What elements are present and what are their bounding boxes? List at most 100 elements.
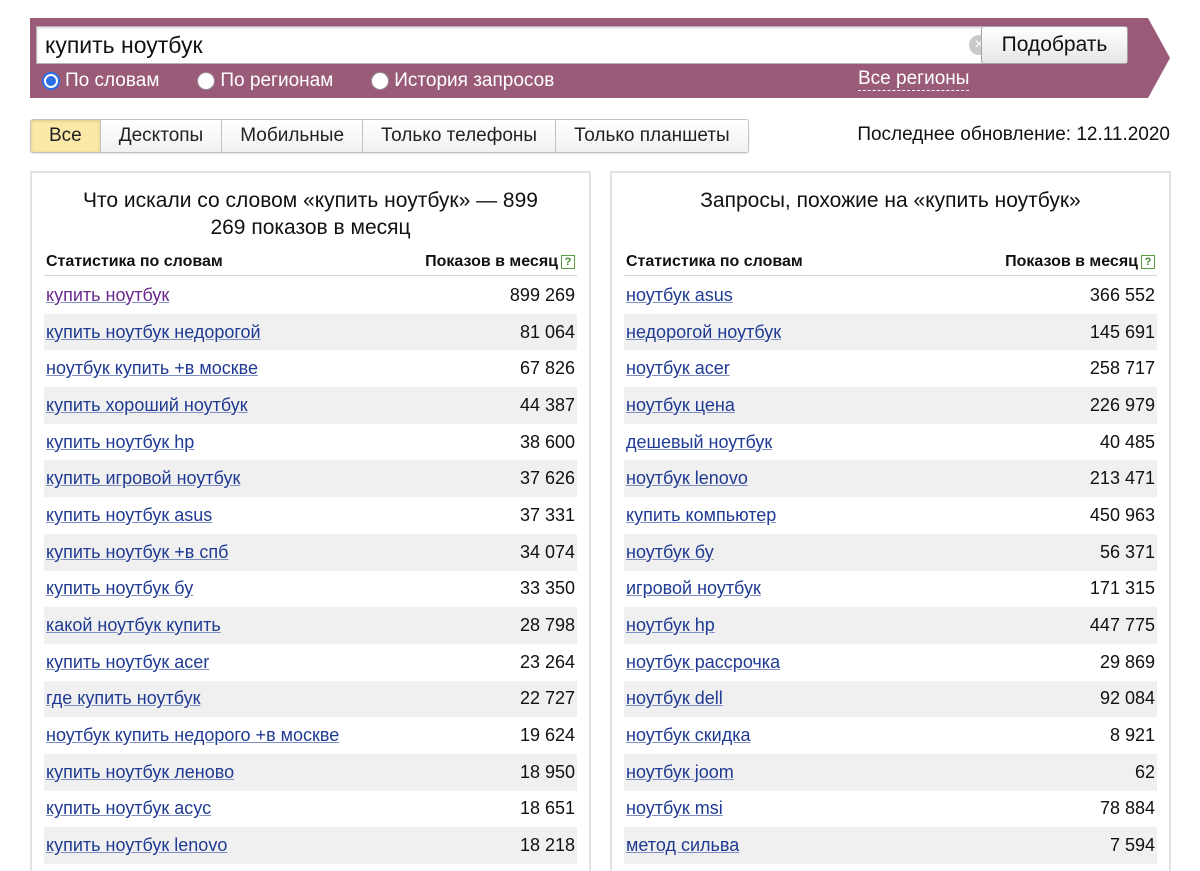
keyword-link[interactable]: купить ноутбук <box>46 285 169 306</box>
keyword-link[interactable]: какой ноутбук купить <box>46 615 221 636</box>
keyword-link[interactable]: дешевый ноутбук <box>626 432 772 453</box>
impressions-count: 56 371 <box>1099 541 1155 562</box>
impressions-count: 19 624 <box>519 725 575 746</box>
keyword-link[interactable]: купить ноутбук недорогой <box>46 322 261 343</box>
table-row: дешевый ноутбук 40 485 <box>624 424 1157 461</box>
search-field-wrap: × <box>36 26 1000 64</box>
mode-query-history[interactable]: История запросов <box>371 70 554 92</box>
column-count-label: Показов в месяц <box>1005 253 1138 270</box>
tab-tablets-only[interactable]: Только планшеты <box>555 120 748 152</box>
keyword-link[interactable]: ноутбук скидка <box>626 725 751 746</box>
table-row: ноутбук hp 447 775 <box>624 607 1157 644</box>
keyword-link[interactable]: ноутбук acer <box>626 358 730 379</box>
impressions-count: 18 651 <box>519 798 575 819</box>
keyword-link[interactable]: купить ноутбук бу <box>46 578 193 599</box>
keyword-link[interactable]: ноутбук hp <box>626 615 715 636</box>
table-row: ноутбук dell 92 084 <box>624 680 1157 718</box>
keyword-link[interactable]: купить ноутбук асус <box>46 798 211 819</box>
table-row: купить хороший ноутбук 44 387 <box>44 387 577 424</box>
keyword-link[interactable]: купить ноутбук hp <box>46 432 194 453</box>
help-icon[interactable]: ? <box>561 255 575 269</box>
column-count-header: Показов в месяц ? <box>1005 253 1155 271</box>
table-row: купить ноутбук асус 18 651 <box>44 791 577 828</box>
keyword-link[interactable]: купить хороший ноутбук <box>46 395 248 416</box>
keyword-link[interactable]: ноутбук lenovo <box>626 468 748 489</box>
impressions-count: 171 315 <box>1089 578 1155 599</box>
tab-phones-only[interactable]: Только телефоны <box>362 120 556 152</box>
column-keyword-header: Статистика по словам <box>626 253 803 270</box>
impressions-count: 37 331 <box>519 504 575 525</box>
mode-by-words[interactable]: По словам <box>42 70 159 92</box>
radio-icon[interactable] <box>371 72 390 90</box>
mode-by-regions[interactable]: По регионам <box>197 70 333 92</box>
impressions-count: 28 798 <box>519 615 575 636</box>
table-row: ноутбук купить +в москве 67 826 <box>44 350 577 387</box>
tab-all[interactable]: Все <box>31 120 100 152</box>
table-row: где купить ноутбук 22 727 <box>44 680 577 718</box>
keyword-link[interactable]: ноутбук купить недорого +в москве <box>46 725 339 746</box>
table-row: купить ноутбук +в спб 34 074 <box>44 533 577 571</box>
impressions-count: 34 074 <box>519 541 575 562</box>
keyword-link[interactable]: игровой ноутбук <box>626 578 761 599</box>
impressions-count: 22 727 <box>519 688 575 709</box>
column-count-label: Показов в месяц <box>425 253 558 270</box>
table-row: купить ноутбук 899 269 <box>44 277 577 314</box>
keyword-link[interactable]: ноутбук msi <box>626 798 723 819</box>
keyword-link[interactable]: ноутбук рассрочка <box>626 652 780 673</box>
keyword-link[interactable]: купить ноутбук acer <box>46 652 209 673</box>
keyword-link[interactable]: купить компьютер <box>626 505 776 526</box>
keyword-link[interactable]: ноутбук бу <box>626 542 714 563</box>
impressions-count: 258 717 <box>1089 358 1155 379</box>
keyword-link[interactable]: ноутбук asus <box>626 285 733 306</box>
impressions-count: 78 884 <box>1099 798 1155 819</box>
mode-label: По регионам <box>220 70 334 91</box>
impressions-count: 40 485 <box>1099 431 1155 452</box>
table-row: игровой ноутбук 171 315 <box>624 571 1157 608</box>
keyword-link[interactable]: купить игровой ноутбук <box>46 468 240 489</box>
table-row: купить ноутбук бу 33 350 <box>44 571 577 608</box>
help-icon[interactable]: ? <box>1141 255 1155 269</box>
table-row: купить ноутбук леново 18 950 <box>44 753 577 791</box>
impressions-count: 23 264 <box>519 651 575 672</box>
keyword-link[interactable]: ноутбук joom <box>626 762 734 783</box>
impressions-count: 81 064 <box>519 321 575 342</box>
keyword-link[interactable]: ноутбук dell <box>626 688 723 709</box>
impressions-count: 33 350 <box>519 578 575 599</box>
impressions-count: 447 775 <box>1089 615 1155 636</box>
impressions-count: 29 869 <box>1099 651 1155 672</box>
panel-title: Запросы, похожие на «купить ноутбук» <box>700 189 1081 212</box>
keyword-link[interactable]: ноутбук купить +в москве <box>46 358 258 379</box>
impressions-count: 18 950 <box>519 761 575 782</box>
keyword-link[interactable]: недорогой ноутбук <box>626 322 781 343</box>
impressions-count: 62 <box>1134 761 1155 782</box>
impressions-count: 18 218 <box>519 835 575 856</box>
keyword-link[interactable]: метод сильва <box>626 835 739 856</box>
impressions-count: 44 387 <box>519 394 575 415</box>
radio-icon[interactable] <box>197 72 216 90</box>
table-row: ноутбук asus 366 552 <box>624 277 1157 314</box>
pick-button[interactable]: Подобрать <box>981 26 1128 64</box>
last-update-text: Последнее обновление: 12.11.2020 <box>857 124 1170 145</box>
impressions-count: 213 471 <box>1089 468 1155 489</box>
tab-desktops[interactable]: Десктопы <box>99 120 222 152</box>
impressions-count: 37 626 <box>519 468 575 489</box>
all-regions-link[interactable]: Все регионы <box>858 68 970 91</box>
table-row: купить компьютер 450 963 <box>624 497 1157 534</box>
table-row: ноутбук lenovo 213 471 <box>624 460 1157 498</box>
keyword-link[interactable]: купить ноутбук леново <box>46 762 234 783</box>
words-stats-panel: Что искали со словом «купить ноутбук» — … <box>30 171 591 871</box>
keyword-link[interactable]: купить ноутбук lenovo <box>46 835 227 856</box>
table-row: ноутбук цена 226 979 <box>624 387 1157 424</box>
search-input[interactable] <box>37 27 957 63</box>
impressions-count: 899 269 <box>509 284 575 305</box>
search-mode-group: По словам По регионам История запросов <box>42 68 592 94</box>
keyword-link[interactable]: где купить ноутбук <box>46 688 201 709</box>
table-row: ноутбук msi 78 884 <box>624 791 1157 828</box>
tab-mobile[interactable]: Мобильные <box>221 120 363 152</box>
impressions-count: 7 594 <box>1109 835 1155 856</box>
keyword-link[interactable]: ноутбук цена <box>626 395 735 416</box>
keyword-link[interactable]: купить ноутбук asus <box>46 505 212 526</box>
radio-selected-icon[interactable] <box>42 72 60 90</box>
keyword-link[interactable]: купить ноутбук +в спб <box>46 542 228 563</box>
table-row: купить ноутбук acer 23 264 <box>44 644 577 681</box>
